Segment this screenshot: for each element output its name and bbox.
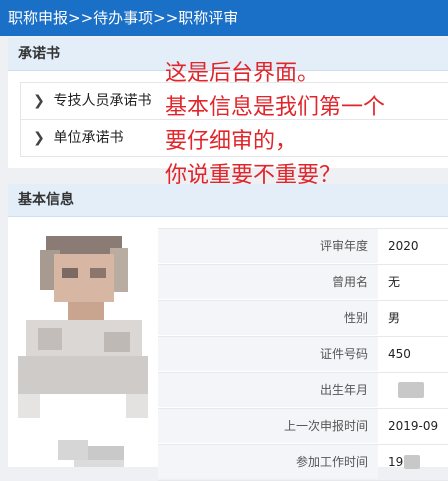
info-row-gender: 性别 男: [158, 301, 448, 337]
annotation-line: 基本信息是我们第一个: [165, 95, 386, 120]
basic-info-table: 评审年度 2020 曾用名 无 性别 男 证件号码 450 出生年月 上一次申报…: [158, 228, 448, 481]
info-row-work-start: 参加工作时间 19: [158, 445, 448, 481]
info-label: 评审年度: [158, 229, 378, 263]
info-label: 曾用名: [158, 265, 378, 299]
info-row-birth: 出生年月: [158, 373, 448, 409]
info-row-former-name: 曾用名 无: [158, 265, 448, 301]
info-value: 2019-09: [388, 419, 439, 433]
info-label: 性别: [158, 301, 378, 335]
annotation-line: 这是后台界面。: [165, 61, 320, 86]
redacted-block: [398, 382, 424, 398]
info-label: 上一次申报时间: [158, 409, 378, 443]
info-value: 无: [388, 275, 401, 289]
info-value: 19: [388, 455, 404, 469]
info-label: 证件号码: [158, 337, 378, 371]
pledge-item-label: 专技人员承诺书: [53, 93, 152, 109]
breadcrumb: 职称申报>>待办事项>>职称评审: [0, 0, 448, 36]
info-label: 出生年月: [158, 373, 378, 407]
chevron-right-icon: ❯: [33, 130, 45, 146]
applicant-photo: [18, 228, 148, 467]
red-annotation: 这是后台界面。 基本信息是我们第一个 要仔细审的， 你说重要不重要？: [165, 57, 385, 193]
pledge-item-label: 单位承诺书: [53, 130, 124, 146]
info-label: 参加工作时间: [158, 445, 378, 479]
info-value: 2020: [388, 239, 419, 253]
annotation-line: 要仔细审的，: [165, 129, 298, 154]
basic-info-panel: 基本信息 评审年度 2020 曾用名 无 性别 男 证件号码 450 出生年月 …: [8, 184, 448, 481]
chevron-right-icon: ❯: [33, 93, 45, 109]
pixelated-photo: [18, 228, 148, 467]
info-value: 男: [388, 311, 401, 325]
info-row-id-number: 证件号码 450: [158, 337, 448, 373]
info-row-year: 评审年度 2020: [158, 229, 448, 265]
info-value: 450: [388, 347, 411, 361]
annotation-line: 你说重要不重要？: [165, 163, 342, 188]
info-row-last-apply: 上一次申报时间 2019-09: [158, 409, 448, 445]
